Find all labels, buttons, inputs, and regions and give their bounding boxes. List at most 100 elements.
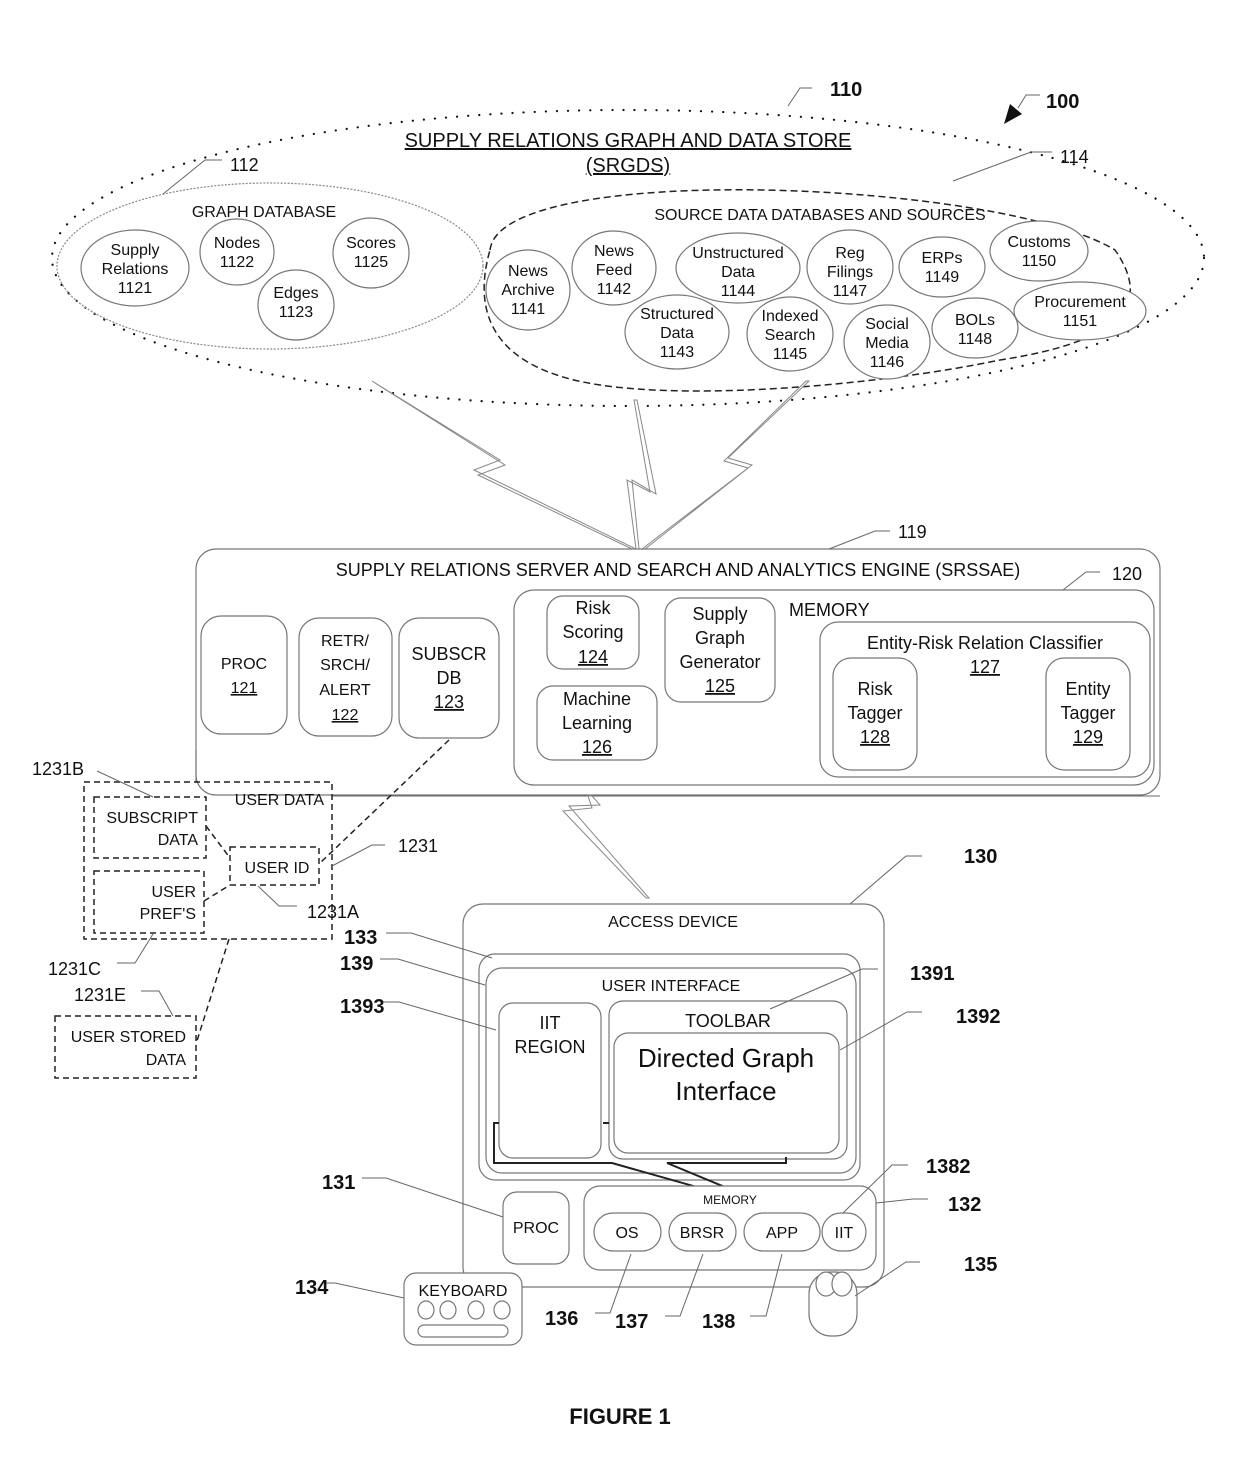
svg-text:Graph: Graph bbox=[695, 628, 745, 648]
ref-1231: 1231 bbox=[398, 836, 438, 856]
ref-130-leader bbox=[849, 855, 922, 905]
svg-text:Data: Data bbox=[721, 264, 755, 281]
memory-app: APP bbox=[743, 1212, 821, 1252]
svg-text:Tagger: Tagger bbox=[847, 703, 902, 723]
ref-100: 100 bbox=[1046, 91, 1079, 113]
svg-text:Data: Data bbox=[660, 325, 694, 342]
svg-text:Risk: Risk bbox=[858, 679, 894, 699]
source-item-erps: ERPs 1149 bbox=[898, 236, 986, 298]
svg-text:ALERT: ALERT bbox=[319, 682, 371, 699]
svg-text:Tagger: Tagger bbox=[1060, 703, 1115, 723]
svg-text:Generator: Generator bbox=[679, 652, 760, 672]
graph-database-title: GRAPH DATABASE bbox=[192, 204, 336, 221]
key-icon bbox=[493, 1300, 511, 1320]
directed-graph-interface: Directed Graph Interface bbox=[613, 1032, 840, 1154]
svg-text:1144: 1144 bbox=[721, 283, 756, 300]
svg-text:BRSR: BRSR bbox=[680, 1225, 724, 1242]
svg-text:News: News bbox=[594, 243, 634, 260]
svg-text:126: 126 bbox=[582, 737, 612, 757]
svg-text:Machine: Machine bbox=[563, 689, 631, 709]
svg-text:1147: 1147 bbox=[833, 283, 868, 300]
srssae-retr-srch-alert: RETR/ SRCH/ ALERT 122 bbox=[298, 617, 393, 737]
graph-db-item-nodes: Nodes 1122 bbox=[199, 218, 275, 286]
entity-tagger-module: Entity Tagger 129 bbox=[1045, 657, 1131, 771]
svg-text:124: 124 bbox=[578, 647, 608, 667]
device-proc: PROC bbox=[502, 1191, 570, 1265]
svg-text:1151: 1151 bbox=[1063, 313, 1098, 330]
svg-text:Archive: Archive bbox=[501, 282, 554, 299]
iit-region: IIT REGION bbox=[498, 1002, 602, 1159]
key-icon bbox=[467, 1300, 485, 1320]
svg-text:Learning: Learning bbox=[562, 713, 632, 733]
svg-text:Nodes: Nodes bbox=[214, 235, 260, 252]
svg-text:USER STORED: USER STORED bbox=[71, 1029, 186, 1046]
source-item-unstructured-data: Unstructured Data 1144 bbox=[675, 232, 801, 304]
svg-text:Relations: Relations bbox=[102, 261, 169, 278]
wireless-link-icon bbox=[561, 795, 651, 899]
source-item-news-archive: News Archive 1141 bbox=[485, 249, 571, 331]
user-id-box: USER ID bbox=[229, 846, 320, 886]
svg-text:122: 122 bbox=[332, 707, 359, 724]
ref-134: 134 bbox=[295, 1277, 329, 1299]
system-diagram: SUPPLY RELATIONS GRAPH AND DATA STORE (S… bbox=[32, 79, 1206, 1429]
ref-1392: 1392 bbox=[956, 1006, 1001, 1028]
ref-138: 138 bbox=[702, 1311, 735, 1333]
user-data-title: USER DATA bbox=[235, 792, 325, 809]
mouse bbox=[808, 1271, 858, 1337]
svg-text:PROC: PROC bbox=[513, 1220, 559, 1237]
memory-label: MEMORY bbox=[789, 600, 870, 620]
svg-text:1148: 1148 bbox=[958, 331, 993, 348]
wireless-link-icon bbox=[626, 399, 657, 550]
source-item-reg-filings: Reg Filings 1147 bbox=[806, 229, 894, 305]
svg-text:Procurement: Procurement bbox=[1034, 294, 1126, 311]
user-prefs-box: USER PREF'S bbox=[93, 870, 205, 934]
svg-text:IIT: IIT bbox=[835, 1225, 854, 1242]
svg-text:Scoring: Scoring bbox=[562, 622, 623, 642]
svg-text:Entity-Risk Relation Classifie: Entity-Risk Relation Classifier bbox=[867, 633, 1103, 653]
ref-112: 112 bbox=[230, 155, 259, 175]
svg-text:1141: 1141 bbox=[511, 301, 546, 318]
stored-data-link bbox=[195, 938, 230, 1045]
ref-110: 110 bbox=[830, 79, 862, 101]
ref-133: 133 bbox=[344, 927, 377, 949]
ref-110-leader bbox=[787, 87, 812, 107]
ref-130: 130 bbox=[964, 846, 997, 868]
figure-caption: FIGURE 1 bbox=[569, 1404, 670, 1429]
srssae-subscr-db: SUBSCR DB 123 bbox=[398, 617, 500, 739]
ref-1231a-leader bbox=[257, 885, 297, 907]
srgds-title-line2: (SRGDS) bbox=[586, 155, 670, 177]
ref-114-leader bbox=[952, 151, 1052, 182]
source-item-social-media: Social Media 1146 bbox=[843, 304, 931, 380]
svg-text:Entity: Entity bbox=[1065, 679, 1110, 699]
svg-text:USER ID: USER ID bbox=[245, 860, 310, 877]
ref-136: 136 bbox=[545, 1308, 578, 1330]
ref-1231c: 1231C bbox=[48, 959, 101, 979]
device-memory-label: MEMORY bbox=[703, 1193, 757, 1207]
ref-120: 120 bbox=[1112, 564, 1142, 584]
svg-text:1145: 1145 bbox=[773, 346, 808, 363]
graph-db-item-scores: Scores 1125 bbox=[332, 217, 410, 289]
svg-text:Search: Search bbox=[765, 327, 816, 344]
svg-text:1142: 1142 bbox=[597, 281, 632, 298]
ref-1231e: 1231E bbox=[74, 985, 126, 1005]
svg-text:SRCH/: SRCH/ bbox=[320, 657, 370, 674]
svg-text:1143: 1143 bbox=[660, 344, 695, 361]
key-icon bbox=[417, 1300, 435, 1320]
svg-text:SUBSCRIPT: SUBSCRIPT bbox=[106, 810, 198, 827]
svg-text:Structured: Structured bbox=[640, 306, 714, 323]
ref-1382: 1382 bbox=[926, 1156, 971, 1178]
svg-text:127: 127 bbox=[970, 657, 1000, 677]
ref-1231b-leader bbox=[96, 770, 154, 798]
svg-text:Media: Media bbox=[865, 335, 909, 352]
svg-text:Supply: Supply bbox=[692, 604, 747, 624]
svg-text:BOLs: BOLs bbox=[955, 312, 995, 329]
svg-text:KEYBOARD: KEYBOARD bbox=[419, 1283, 508, 1300]
svg-text:APP: APP bbox=[766, 1225, 798, 1242]
svg-text:1123: 1123 bbox=[279, 304, 314, 321]
arrow-icon bbox=[1004, 104, 1022, 124]
svg-text:125: 125 bbox=[705, 676, 735, 696]
subscript-data-box: SUBSCRIPT DATA bbox=[93, 796, 207, 859]
svg-text:Risk: Risk bbox=[576, 598, 612, 618]
svg-text:SUBSCR: SUBSCR bbox=[411, 644, 486, 664]
svg-text:RETR/: RETR/ bbox=[321, 633, 370, 650]
